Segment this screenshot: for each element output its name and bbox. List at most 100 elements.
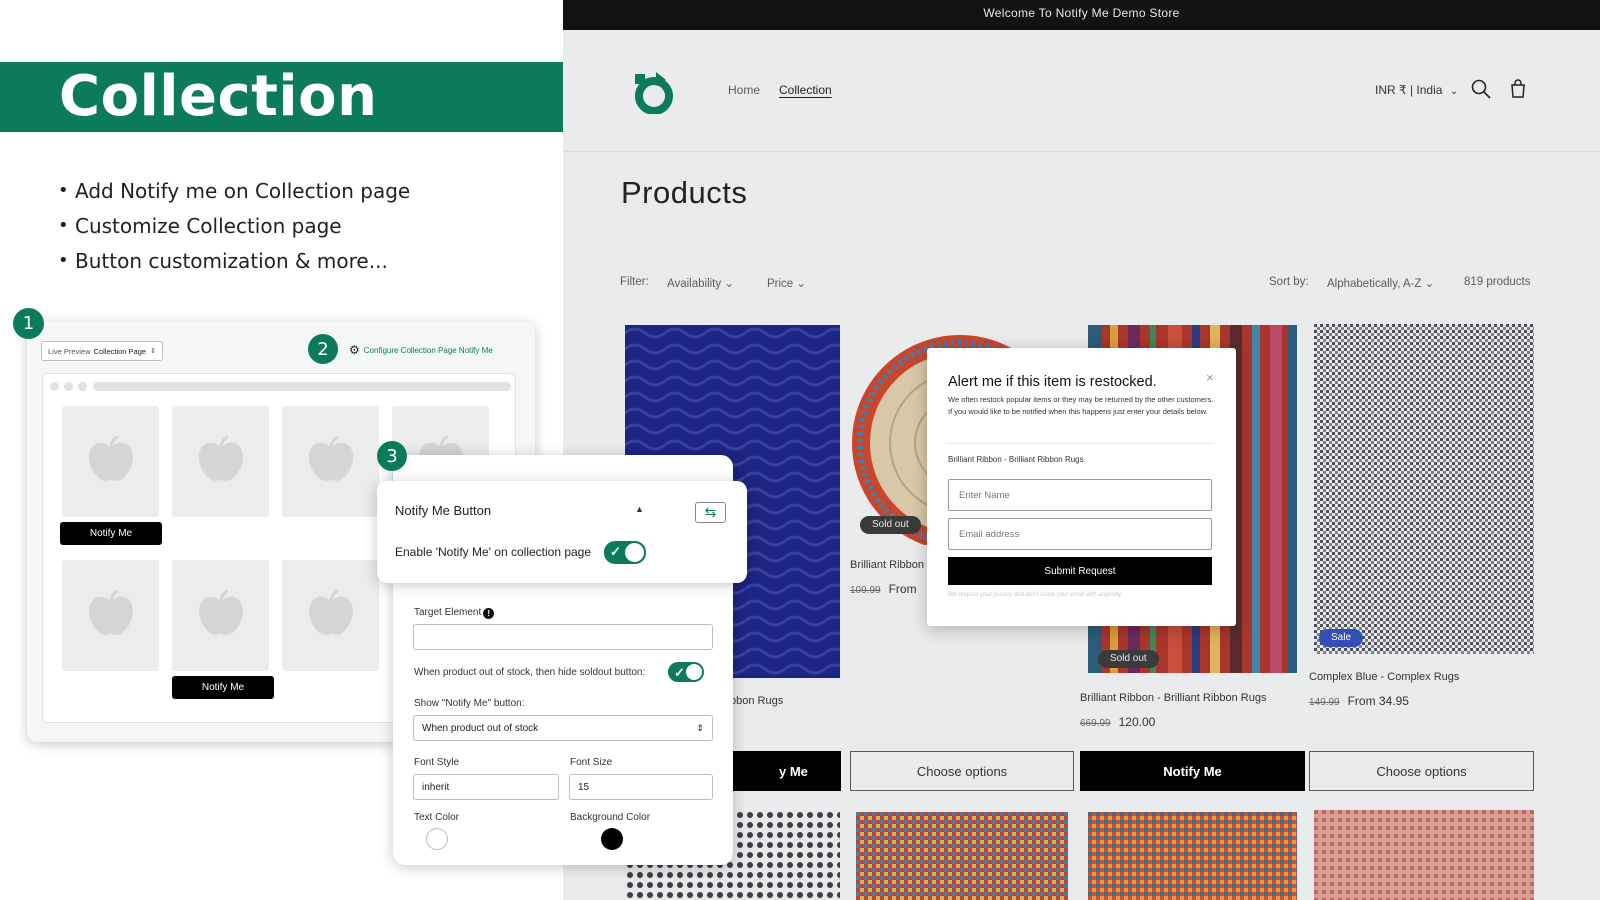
promo-panel: Collection Add Notify me on Collection p… [0,0,747,900]
target-element-label: Target Element! [414,607,495,619]
feature-list: Add Notify me on Collection page Customi… [58,176,410,281]
preview-product-tile [172,560,269,671]
feature-item: Customize Collection page [58,211,410,246]
product-image[interactable] [1088,812,1297,900]
product-name[interactable]: Brilliant Ribbon [850,559,924,571]
step-badge: 2 [308,334,338,364]
bg-color-swatch[interactable] [601,828,623,850]
product-image[interactable] [1314,810,1534,900]
preview-product-tile [62,406,159,517]
choose-options-button[interactable]: Choose options [850,751,1074,791]
chevron-down-icon: ⌄ [1449,86,1459,97]
sort-select[interactable]: Alphabetically, A-Z ⌄ [1327,276,1434,290]
compare-price: 109.99 [850,585,881,596]
hide-soldout-toggle[interactable]: ✓ [668,662,704,682]
check-icon: ✓ [674,665,685,680]
popup-title: Alert me if this item is restocked. [948,374,1157,390]
promo-title: Collection [59,64,378,129]
text-color-swatch[interactable] [426,828,448,850]
status-badge: Sold out [1098,650,1159,668]
preview-notify-button[interactable]: Notify Me [60,522,162,545]
sort-value: Alphabetically, A-Z [1327,278,1422,290]
announcement-bar: Welcome To Notify Me Demo Store [563,0,1600,30]
sale-price: 120.00 [1118,715,1156,729]
popup-divider [948,443,1212,444]
page-title: Products [621,175,748,210]
product-image[interactable] [856,812,1068,900]
email-input[interactable]: Email address [948,518,1212,550]
check-icon: ✓ [610,544,621,559]
nav-collection[interactable]: Collection [779,83,832,97]
apple-placeholder-icon [88,589,133,635]
product-price: 109.99 From [850,582,917,596]
gear-icon: ⚙ [349,343,360,357]
window-dot [78,382,87,391]
select-caret-icon: ⇕ [150,348,156,355]
product-price: 149.99 From 34.95 [1309,694,1409,708]
filter-price[interactable]: Price ⌄ [767,276,806,290]
submit-request-button[interactable]: Submit Request [948,557,1212,585]
preview-notify-button[interactable]: Notify Me [172,676,274,699]
info-icon[interactable]: ! [483,608,495,619]
live-preview-value: Collection Page [93,346,147,356]
enable-collection-label: Enable 'Notify Me' on collection page [395,545,592,559]
apple-placeholder-icon [308,435,353,481]
collapse-caret-icon[interactable]: ▲ [635,504,644,514]
bg-color-label: Background Color [570,812,651,823]
nav-home[interactable]: Home [728,83,760,97]
window-dot [50,382,59,391]
toggle-knob [686,664,702,680]
preview-product-tile [282,560,379,671]
product-price: 669.99 120.00 [1080,715,1155,729]
feature-item: Add Notify me on Collection page [58,176,410,211]
product-count: 819 products [1464,276,1531,288]
store-logo[interactable] [633,70,675,114]
search-icon[interactable] [1470,78,1492,100]
apple-placeholder-icon [308,589,353,635]
notify-button-title: Notify Me Button [395,503,492,518]
window-dot [64,382,73,391]
popup-product-name: Brilliant Ribbon - Brilliant Ribbon Rugs [948,455,1084,464]
font-size-input[interactable]: 15 [569,774,713,800]
name-input[interactable]: Enter Name [948,479,1212,511]
product-image[interactable] [1314,324,1534,654]
live-preview-prefix: Live Preview [48,346,91,356]
font-style-label: Font Style [414,757,460,768]
show-button-label: Show "Notify Me" button: [414,698,525,709]
sale-price: From 34.95 [1347,694,1409,708]
show-button-value: When product out of stock [422,722,539,734]
step-badge: 3 [377,441,407,471]
product-name[interactable]: Brilliant Ribbon - Brilliant Ribbon Rugs [1080,692,1266,704]
enable-collection-toggle[interactable]: ✓ [604,541,646,564]
toggle-knob [625,543,644,562]
filter-availability[interactable]: Availability ⌄ [667,276,734,290]
show-button-select[interactable]: When product out of stock ⇕ [413,715,713,741]
sort-label: Sort by: [1269,276,1309,288]
currency-selector[interactable]: INR ₹ | India ⌄ [1375,83,1458,97]
chevron-down-icon: ⌄ [1424,278,1435,290]
filter-availability-label: Availability [667,278,722,290]
configure-collection-label: Configure Collection Page Notify Me [363,345,493,355]
product-name[interactable]: bbon Rugs [730,695,783,707]
live-preview-select[interactable]: Live Preview Collection Page ⇕ [41,341,163,361]
select-caret-icon: ⇕ [696,722,704,733]
preview-product-tile [62,560,159,671]
swap-icon[interactable]: ⇆ [695,502,726,523]
target-element-input[interactable] [413,624,713,650]
choose-options-button[interactable]: Choose options [1309,751,1534,791]
text-color-label: Text Color [414,812,460,823]
popup-description: We often restock popular items or they m… [948,395,1214,416]
close-icon[interactable]: × [1206,370,1214,385]
preview-product-tile [282,406,379,517]
cart-icon[interactable] [1507,78,1529,100]
screenshot-root: Collection Add Notify me on Collection p… [0,0,1600,900]
font-style-input[interactable]: inherit [413,774,559,800]
configure-collection-link[interactable]: ⚙ Configure Collection Page Notify Me [349,343,493,357]
status-badge: Sold out [860,516,921,534]
product-name[interactable]: Complex Blue - Complex Rugs [1309,671,1459,683]
apple-placeholder-icon [198,435,243,481]
notify-me-button[interactable]: Notify Me [1080,751,1305,791]
chevron-down-icon: ⌄ [796,278,807,290]
filter-price-label: Price [767,278,794,290]
step-badge: 1 [13,308,44,339]
